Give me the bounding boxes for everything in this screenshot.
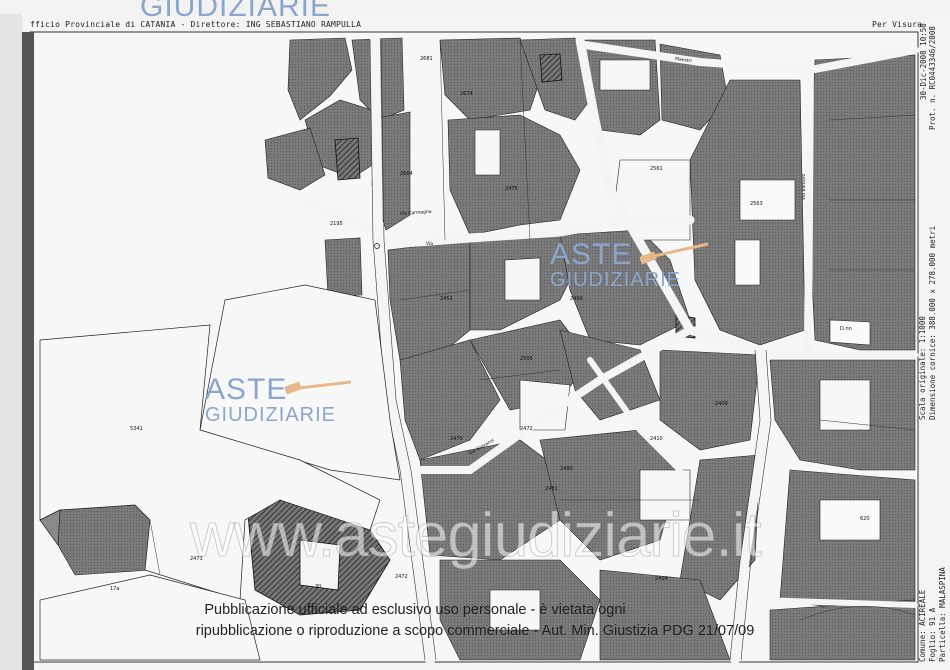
side-prot: Prot. n. RC0443346/2008 xyxy=(928,26,937,130)
svg-text:5341: 5341 xyxy=(130,426,143,432)
cadastral-map-page: 5341 17a 2473 30 2472 2470 2472 2480 248… xyxy=(0,0,950,670)
svg-text:2410: 2410 xyxy=(650,436,663,442)
watermark-logo-line2-left: GIUDIZIARIE xyxy=(205,404,337,426)
svg-text:Via: Via xyxy=(426,241,433,247)
scan-edge-left xyxy=(0,0,22,670)
svg-text:2470: 2470 xyxy=(450,436,463,442)
svg-text:D.nn: D.nn xyxy=(840,326,852,332)
top-watermark-logo: GIUDIZIARIE xyxy=(140,0,331,22)
website-watermark: www.astegiudiziarie.it xyxy=(190,501,763,571)
gavel-icon-left xyxy=(285,380,352,395)
svg-text:2414: 2414 xyxy=(655,576,668,582)
top-watermark-text: GIUDIZIARIE xyxy=(140,0,332,23)
svg-text:2664: 2664 xyxy=(400,171,413,177)
watermark-logo-line2: GIUDIZIARIE xyxy=(550,269,682,291)
svg-text:2499: 2499 xyxy=(570,296,583,302)
svg-text:620: 620 xyxy=(860,516,870,522)
svg-text:2480: 2480 xyxy=(560,466,573,472)
svg-text:Via Barbaro: Via Barbaro xyxy=(801,174,807,200)
visura-header: Per Visura xyxy=(872,20,923,29)
svg-text:2481: 2481 xyxy=(545,486,558,492)
gavel-icon xyxy=(640,242,709,265)
svg-text:2563: 2563 xyxy=(750,201,763,207)
svg-text:2472: 2472 xyxy=(395,574,408,580)
svg-text:2505: 2505 xyxy=(520,356,533,362)
scan-shadow xyxy=(22,32,34,670)
svg-text:30: 30 xyxy=(315,584,321,590)
office-header: fficio Provinciale di CATANIA - Direttor… xyxy=(30,20,362,29)
svg-text:2195: 2195 xyxy=(330,221,343,227)
svg-text:2475: 2475 xyxy=(505,186,518,192)
side-date: 30-Dic-2008 10:50 xyxy=(919,23,928,100)
svg-text:17a: 17a xyxy=(110,586,119,592)
legal-notice-line1: Pubblicazione ufficiale ad esclusivo uso… xyxy=(204,602,626,618)
side-dims: Dimensione cornice: 388.000 x 278.000 me… xyxy=(928,225,937,420)
svg-text:2472: 2472 xyxy=(520,426,533,432)
side-scale: Scala originale: 1:1000 xyxy=(918,316,927,420)
svg-text:2561: 2561 xyxy=(650,166,663,172)
svg-text:2681: 2681 xyxy=(420,56,433,62)
svg-text:2674: 2674 xyxy=(460,91,473,97)
svg-text:2451: 2451 xyxy=(440,296,453,302)
svg-text:2409: 2409 xyxy=(715,401,728,407)
side-particella: Particella: MALASPINA xyxy=(938,567,947,662)
legal-notice-line2: ripubblicazione o riproduzione a scopo c… xyxy=(195,623,755,639)
